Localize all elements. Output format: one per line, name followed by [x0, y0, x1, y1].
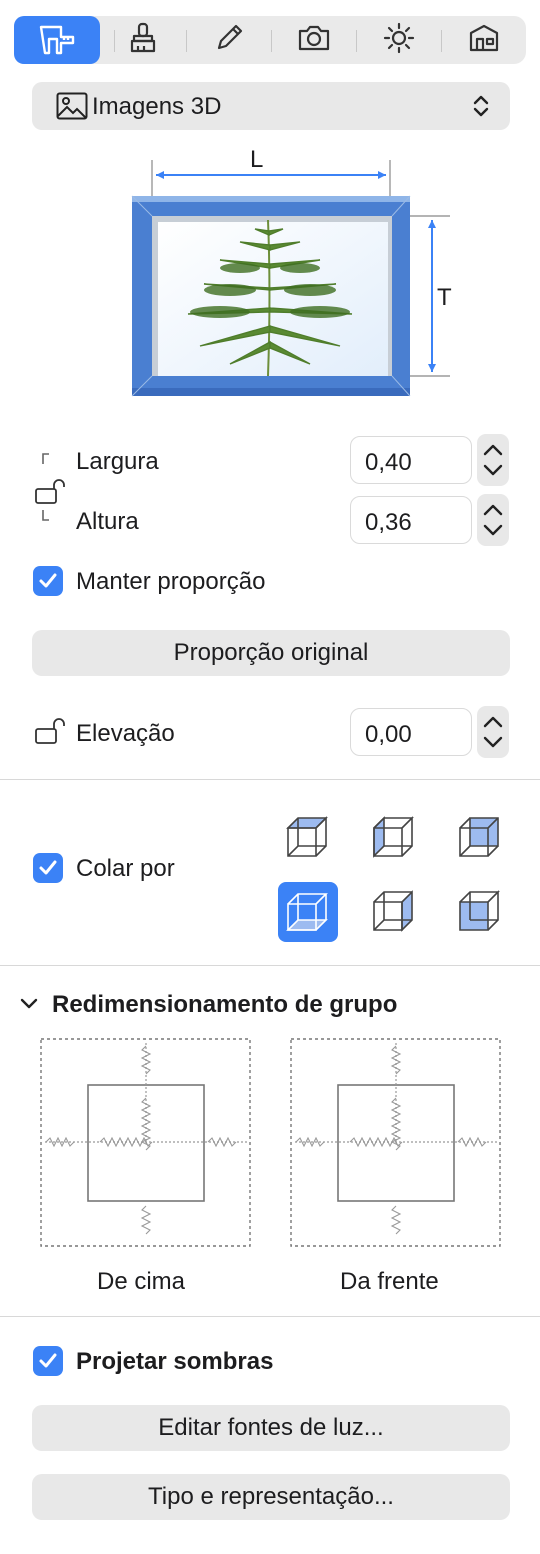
- stick-face-bottom-button[interactable]: [278, 882, 338, 942]
- group-resize-front-diagram[interactable]: [290, 1038, 502, 1248]
- camera-icon: [297, 24, 331, 57]
- chevron-up-down-icon: [472, 94, 490, 123]
- elevation-stepper[interactable]: [477, 706, 509, 758]
- stick-checkbox[interactable]: [33, 853, 63, 883]
- width-marker-label: L: [250, 146, 264, 173]
- tab-building[interactable]: [441, 16, 527, 64]
- group-resize-title: Redimensionamento de grupo: [52, 991, 398, 1018]
- stick-face-top-button[interactable]: [278, 810, 338, 864]
- top-view-label: De cima: [97, 1268, 186, 1295]
- divider: [0, 779, 540, 780]
- original-ratio-button[interactable]: Proporção original: [32, 630, 510, 676]
- toolbar: [14, 16, 526, 64]
- select-label: Imagens 3D: [92, 93, 222, 120]
- group-resize-top-diagram[interactable]: [40, 1038, 252, 1248]
- tab-dimensions[interactable]: [14, 16, 100, 64]
- width-label: Largura: [76, 448, 159, 475]
- height-marker-label: T: [437, 284, 452, 311]
- image-frame-preview: L T: [120, 140, 460, 400]
- checkmark-icon: [39, 1353, 57, 1368]
- house-icon: [468, 23, 500, 58]
- lock-open-icon[interactable]: [34, 478, 68, 511]
- width-field[interactable]: 0,40: [350, 436, 472, 484]
- keep-ratio-label: Manter proporção: [76, 568, 266, 595]
- width-stepper[interactable]: [477, 434, 509, 486]
- elevation-field[interactable]: 0,00: [350, 708, 472, 756]
- elevation-label: Elevação: [76, 720, 175, 747]
- checkmark-icon: [39, 860, 57, 875]
- stick-face-left-button[interactable]: [364, 810, 424, 864]
- pencil-icon: [214, 23, 244, 58]
- height-label: Altura: [76, 508, 139, 535]
- stick-label: Colar por: [76, 855, 175, 882]
- divider: [0, 1316, 540, 1317]
- tab-light[interactable]: [356, 16, 442, 64]
- height-stepper[interactable]: [477, 494, 509, 546]
- stick-face-back-button[interactable]: [450, 810, 510, 864]
- sun-icon: [383, 22, 415, 59]
- object-type-select[interactable]: Imagens 3D: [32, 82, 510, 130]
- tab-material[interactable]: [100, 16, 186, 64]
- checkmark-icon: [39, 573, 57, 588]
- lock-open-icon[interactable]: [34, 716, 68, 751]
- tape-measure-icon: [37, 21, 77, 60]
- type-representation-button[interactable]: Tipo e representação...: [32, 1474, 510, 1520]
- cast-shadows-checkbox[interactable]: [33, 1346, 63, 1376]
- cast-shadows-label: Projetar sombras: [76, 1348, 274, 1375]
- stick-face-front-button[interactable]: [450, 884, 510, 938]
- edit-light-sources-button[interactable]: Editar fontes de luz...: [32, 1405, 510, 1451]
- front-view-label: Da frente: [340, 1268, 439, 1295]
- stick-face-right-button[interactable]: [364, 884, 424, 938]
- tab-edit[interactable]: [186, 16, 272, 64]
- image-icon: [56, 92, 88, 125]
- keep-ratio-checkbox[interactable]: [33, 566, 63, 596]
- tab-camera[interactable]: [271, 16, 357, 64]
- chevron-down-icon[interactable]: [18, 994, 40, 1019]
- height-field[interactable]: 0,36: [350, 496, 472, 544]
- brush-icon: [128, 22, 158, 59]
- divider: [0, 965, 540, 966]
